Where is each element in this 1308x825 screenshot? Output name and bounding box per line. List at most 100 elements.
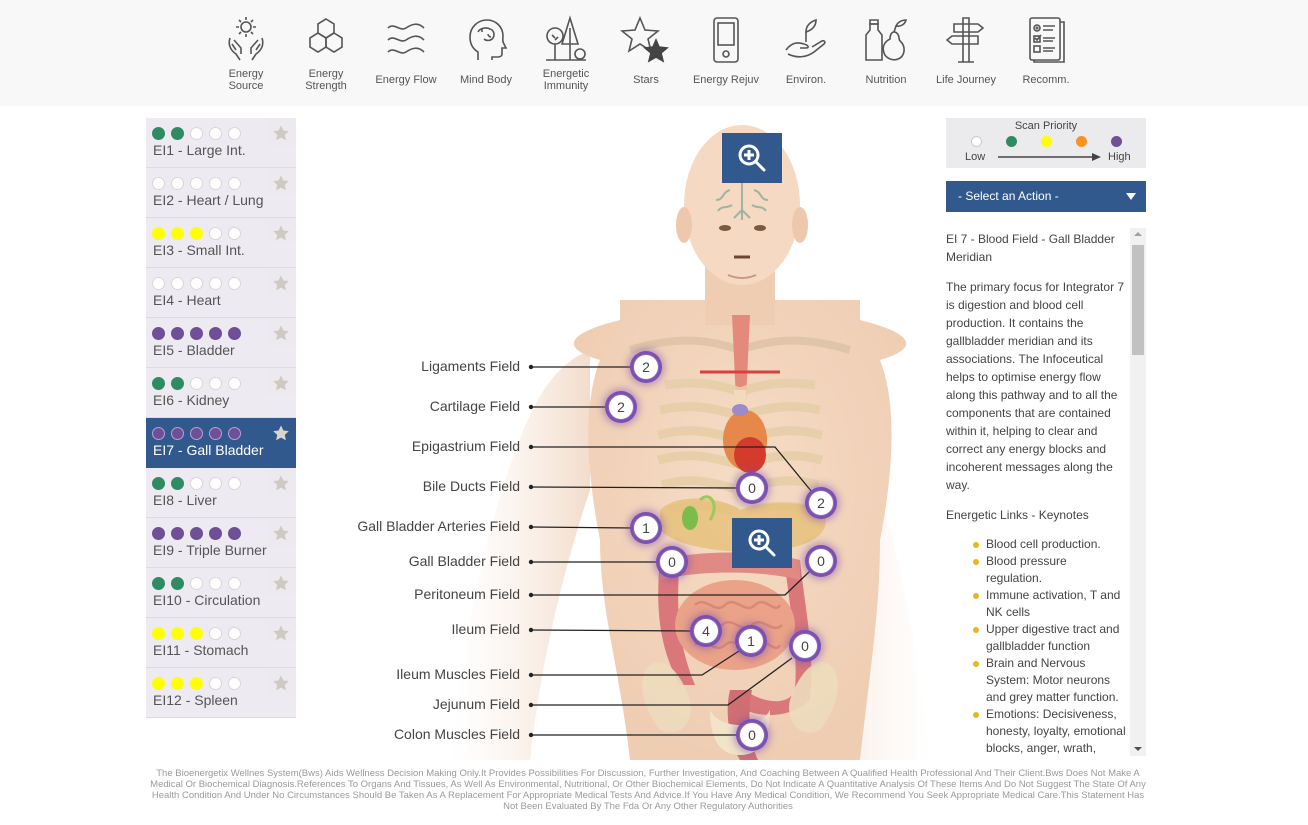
field-label[interactable]: Gall Bladder Field bbox=[409, 553, 520, 569]
zoom-head-button[interactable] bbox=[722, 133, 782, 183]
field-label[interactable]: Ileum Field bbox=[452, 621, 520, 637]
field-count-badge[interactable]: 2 bbox=[633, 354, 659, 380]
field-count-badge[interactable]: 0 bbox=[659, 549, 685, 575]
star-icon[interactable] bbox=[272, 124, 290, 142]
star-icon[interactable] bbox=[272, 374, 290, 392]
integrator-item[interactable]: EI10 - Circulation bbox=[146, 568, 296, 618]
field-count-badge[interactable]: 2 bbox=[608, 394, 634, 420]
priority-dot bbox=[228, 277, 241, 290]
star-icon[interactable] bbox=[272, 524, 290, 542]
integrator-label: EI3 - Small Int. bbox=[153, 242, 245, 258]
nav-energy-source[interactable]: Energy Source bbox=[206, 14, 286, 98]
body-diagram: Ligaments Field 2 Cartilage Field 2 Epigastr… bbox=[300, 110, 940, 760]
field-label[interactable]: Gall Bladder Arteries Field bbox=[357, 518, 520, 534]
integrator-item[interactable]: EI7 - Gall Bladder bbox=[146, 418, 296, 468]
nav-life-journey[interactable]: Life Journey bbox=[926, 14, 1006, 98]
priority-dot bbox=[209, 677, 222, 690]
field-label[interactable]: Ligaments Field bbox=[421, 358, 520, 374]
action-select[interactable]: - Select an Action - bbox=[946, 181, 1146, 212]
priority-dot bbox=[228, 627, 241, 640]
top-nav-bar: Energy Source Energy Strength Energy Flow … bbox=[0, 0, 1308, 106]
nav-energy-strength[interactable]: Energy Strength bbox=[286, 14, 366, 98]
field-count-badge[interactable]: 0 bbox=[808, 548, 834, 574]
priority-dot bbox=[228, 127, 241, 140]
field-count-badge[interactable]: 1 bbox=[738, 628, 764, 654]
nav-nutrition[interactable]: Nutrition bbox=[846, 14, 926, 98]
keynote-item: Blood pressure regulation. bbox=[973, 553, 1126, 587]
field-label[interactable]: Jejunum Field bbox=[433, 696, 520, 712]
star-icon[interactable] bbox=[272, 274, 290, 292]
priority-dot bbox=[171, 627, 184, 640]
nav-label: Life Journey bbox=[936, 74, 996, 86]
arrow-right-icon bbox=[998, 153, 1101, 161]
priority-dot bbox=[209, 627, 222, 640]
integrator-item[interactable]: EI1 - Large Int. bbox=[146, 118, 296, 168]
field-label[interactable]: Bile Ducts Field bbox=[423, 478, 520, 494]
priority-dot bbox=[171, 227, 184, 240]
integrator-item[interactable]: EI6 - Kidney bbox=[146, 368, 296, 418]
keynote-item: Emotions: Decisiveness, honesty, loyalty… bbox=[973, 706, 1126, 756]
nav-energetic-immunity[interactable]: Energetic Immunity bbox=[526, 14, 606, 98]
priority-dot bbox=[171, 477, 184, 490]
field-label[interactable]: Cartilage Field bbox=[430, 398, 520, 414]
info-scrollbar[interactable] bbox=[1130, 228, 1146, 756]
integrator-label: EI12 - Spleen bbox=[153, 692, 238, 708]
info-panel: EI 7 - Blood Field - Gall Bladder Meridi… bbox=[946, 228, 1146, 756]
legend-dot-purple bbox=[1111, 136, 1122, 147]
integrator-item[interactable]: EI5 - Bladder bbox=[146, 318, 296, 368]
integrator-item[interactable]: EI9 - Triple Burner bbox=[146, 518, 296, 568]
field-count-badge[interactable]: 2 bbox=[808, 490, 834, 516]
nav-label: Energy Rejuv bbox=[692, 74, 760, 86]
priority-dot bbox=[190, 377, 203, 390]
scroll-thumb[interactable] bbox=[1132, 245, 1144, 355]
nav-stars[interactable]: Stars bbox=[606, 14, 686, 98]
star-icon[interactable] bbox=[272, 324, 290, 342]
field-label[interactable]: Epigastrium Field bbox=[412, 438, 520, 454]
integrator-label: EI2 - Heart / Lung bbox=[153, 192, 264, 208]
priority-dot bbox=[152, 227, 165, 240]
nav-label: Stars bbox=[633, 74, 659, 86]
integrator-item[interactable]: EI4 - Heart bbox=[146, 268, 296, 318]
scroll-up-icon[interactable] bbox=[1134, 232, 1142, 236]
nav-energy-rejuv[interactable]: Energy Rejuv bbox=[686, 14, 766, 98]
field-label[interactable]: Colon Muscles Field bbox=[394, 726, 520, 742]
star-icon[interactable] bbox=[272, 424, 290, 442]
priority-dot bbox=[171, 177, 184, 190]
integrator-item[interactable]: EI8 - Liver bbox=[146, 468, 296, 518]
priority-dot bbox=[171, 377, 184, 390]
integrator-item[interactable]: EI3 - Small Int. bbox=[146, 218, 296, 268]
integrator-item[interactable]: EI2 - Heart / Lung bbox=[146, 168, 296, 218]
priority-dots bbox=[152, 577, 241, 590]
trees-icon bbox=[546, 15, 586, 61]
star-icon[interactable] bbox=[272, 624, 290, 642]
nav-energy-flow[interactable]: Energy Flow bbox=[366, 14, 446, 98]
nav-recomm[interactable]: Recomm. bbox=[1006, 14, 1086, 98]
scroll-down-icon[interactable] bbox=[1134, 747, 1142, 751]
priority-dot bbox=[209, 327, 222, 340]
nav-environ[interactable]: Environ. bbox=[766, 14, 846, 98]
star-icon[interactable] bbox=[272, 474, 290, 492]
nav-label: Mind Body bbox=[460, 74, 512, 86]
caret-down-icon bbox=[1126, 193, 1136, 200]
field-count-badge[interactable]: 0 bbox=[792, 633, 818, 659]
field-count-badge[interactable]: 4 bbox=[693, 618, 719, 644]
integrator-item[interactable]: EI11 - Stomach bbox=[146, 618, 296, 668]
star-icon[interactable] bbox=[272, 224, 290, 242]
star-icon[interactable] bbox=[272, 174, 290, 192]
action-select-value: - Select an Action - bbox=[958, 189, 1059, 203]
star-icon[interactable] bbox=[272, 574, 290, 592]
priority-dot bbox=[171, 327, 184, 340]
priority-dot bbox=[228, 377, 241, 390]
field-label[interactable]: Ileum Muscles Field bbox=[396, 666, 520, 682]
field-label[interactable]: Peritoneum Field bbox=[414, 586, 520, 602]
field-count-badge[interactable]: 0 bbox=[739, 722, 765, 748]
field-count-badge[interactable]: 0 bbox=[739, 475, 765, 501]
field-count-badge[interactable]: 1 bbox=[633, 515, 659, 541]
priority-dot bbox=[209, 377, 222, 390]
zoom-abdomen-button[interactable] bbox=[732, 518, 792, 568]
nav-mind-body[interactable]: Mind Body bbox=[446, 14, 526, 98]
star-icon[interactable] bbox=[272, 674, 290, 692]
bottle-pear-icon bbox=[865, 19, 908, 61]
priority-dots bbox=[152, 277, 241, 290]
integrator-item[interactable]: EI12 - Spleen bbox=[146, 668, 296, 718]
